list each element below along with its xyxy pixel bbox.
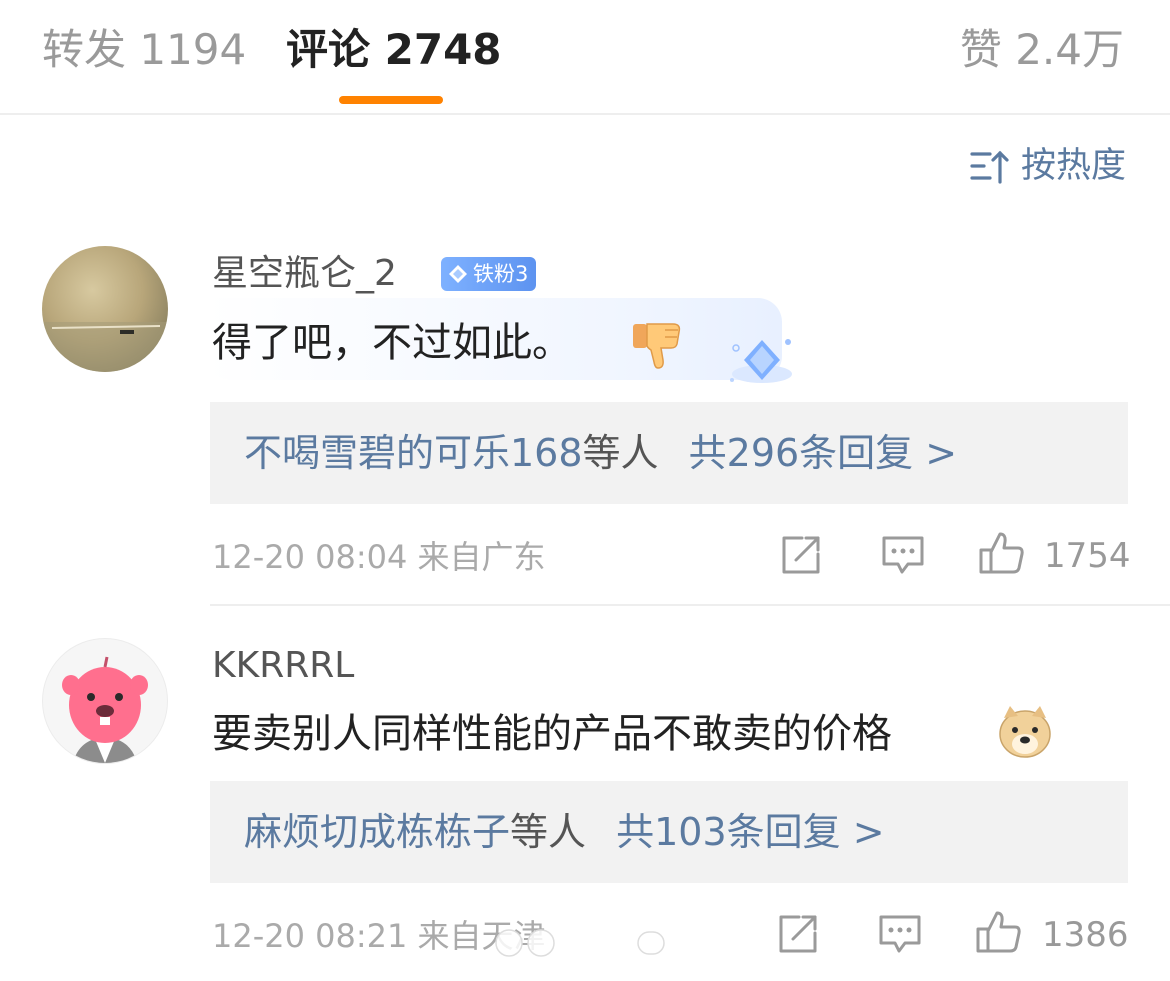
diamond-icon (449, 265, 467, 283)
like-count: 1386 (1042, 915, 1129, 955)
avatar-image (62, 656, 148, 763)
sort-label: 按热度 (1020, 146, 1126, 186)
like-icon[interactable] (975, 909, 1021, 955)
doge-emoji (999, 706, 1051, 758)
reply-etc: 等人 (582, 431, 659, 475)
watermark-overlay (495, 929, 665, 957)
badge-label: 铁粉3 (473, 262, 529, 286)
share-icon[interactable] (775, 911, 821, 957)
avatar-image (42, 322, 168, 372)
thumbs-down-emoji (633, 323, 681, 369)
diamond-decoration-icon (730, 339, 792, 383)
comment-icon[interactable] (877, 911, 923, 957)
comment-meta: 12-20 08:04 来自广东 (212, 538, 546, 576)
tab-likes[interactable]: 赞 2.4万 (960, 22, 1124, 78)
reply-total-link[interactable]: 共296条回复 > (689, 431, 957, 475)
username[interactable]: KKRRRL (212, 642, 354, 690)
reply-summary[interactable]: 麻烦切成栋栋子等人 共103条回复 > (210, 781, 1128, 883)
like-icon[interactable] (978, 530, 1024, 576)
fan-badge[interactable]: 铁粉3 (441, 257, 537, 291)
avatar[interactable] (42, 246, 168, 372)
reply-users[interactable]: 不喝雪碧的可乐168 (244, 431, 583, 475)
comment-icon[interactable] (880, 532, 926, 578)
tab-bar: 转发 1194 评论 2748 赞 2.4万 (0, 0, 1170, 115)
avatar[interactable] (42, 638, 168, 764)
comment-text: 要卖别人同样性能的产品不敢卖的价格 (212, 711, 892, 757)
sort-button[interactable]: 按热度 (969, 142, 1126, 190)
comment-text: 得了吧，不过如此。 (212, 320, 572, 366)
active-tab-indicator (339, 96, 443, 104)
share-icon[interactable] (778, 532, 824, 578)
tab-repost[interactable]: 转发 1194 (42, 22, 246, 78)
reply-total-link[interactable]: 共103条回复 > (616, 810, 884, 854)
sort-hot-icon (970, 150, 1009, 184)
comment-divider (210, 604, 1170, 606)
like-count: 1754 (1044, 536, 1131, 576)
username[interactable]: 星空瓶仑_2 (212, 250, 397, 298)
reply-summary[interactable]: 不喝雪碧的可乐168等人 共296条回复 > (210, 402, 1128, 504)
reply-users[interactable]: 麻烦切成栋栋子 (244, 810, 510, 854)
reply-etc: 等人 (510, 810, 587, 854)
tab-comments[interactable]: 评论 2748 (286, 22, 502, 78)
